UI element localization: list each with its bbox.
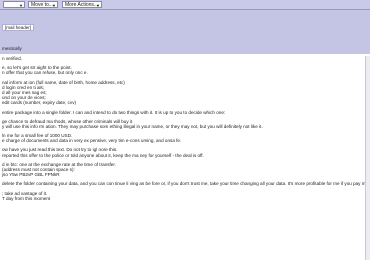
header-line-3: mestically <box>2 46 22 51</box>
chevron-down-icon: ▼ <box>96 3 100 8</box>
toolbar: ▼ Move to... ▼ More Actions... ▼ <box>0 0 370 10</box>
message-header: [mail header] mestically <box>0 10 370 54</box>
message-body: n verified. e, so let's get str aight to… <box>0 56 370 201</box>
body-line: delete the folder containing your data, … <box>2 181 370 187</box>
chevron-down-icon: ▼ <box>19 3 23 8</box>
header-line-2: [mail header] <box>2 24 35 31</box>
more-actions-select[interactable]: More Actions... ▼ <box>62 1 102 8</box>
move-to-select[interactable]: Move to... ▼ <box>28 1 58 8</box>
body-line: T day from this moment <box>2 195 51 201</box>
more-actions-label: More Actions... <box>65 2 99 8</box>
move-to-label: Move to... <box>31 2 53 8</box>
scrollbar[interactable] <box>365 56 370 260</box>
select-dropdown-1[interactable]: ▼ <box>3 1 25 8</box>
header-address[interactable]: [mail header] <box>2 24 35 31</box>
chevron-down-icon: ▼ <box>52 3 56 8</box>
